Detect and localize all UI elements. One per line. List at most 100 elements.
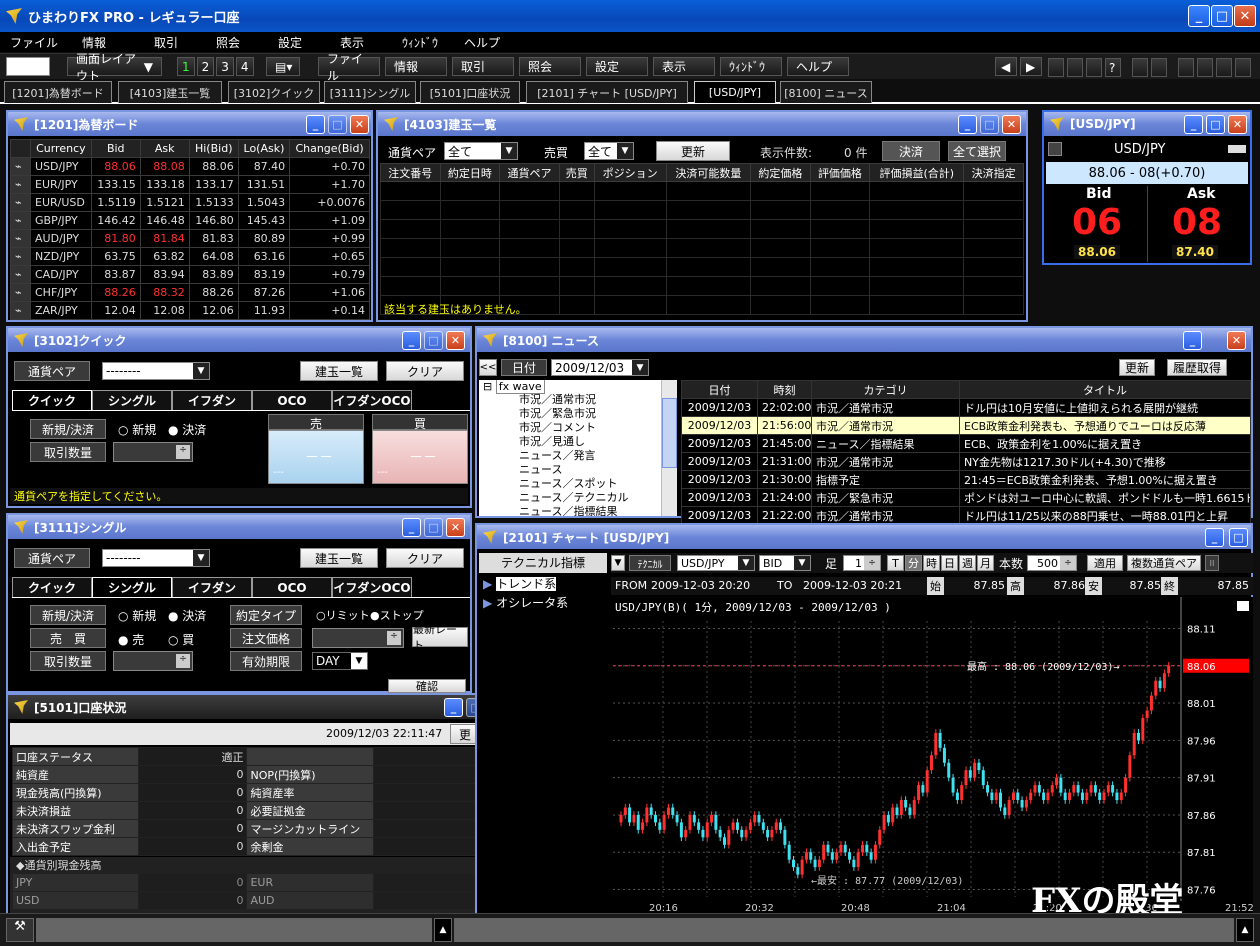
single-pair-select[interactable]: -------- ▼ xyxy=(102,549,210,567)
table-cell[interactable]: 1.5119 xyxy=(90,193,141,212)
tile-icon[interactable] xyxy=(1132,58,1148,77)
period-week-button[interactable]: 週 xyxy=(959,555,976,571)
download-icon[interactable] xyxy=(1216,58,1232,77)
tab-positions[interactable]: [4103]建玉一覧 xyxy=(118,81,222,103)
single-list-button[interactable]: 建玉一覧 xyxy=(300,548,378,568)
table-row[interactable]: ⌁ EUR/JPY 133.15 133.18 133.17 131.51 +1.70 xyxy=(10,175,370,194)
minimize-button[interactable]: _ xyxy=(1188,5,1210,27)
technical-button[interactable]: ﾃｸﾆｶﾙ xyxy=(629,555,671,571)
table-cell[interactable]: 146.42 xyxy=(90,211,141,230)
chart-icon[interactable] xyxy=(1086,58,1102,77)
prev-arrow-icon[interactable]: ◀ xyxy=(995,57,1017,76)
table-cell[interactable]: 83.94 xyxy=(139,265,190,284)
period-hour-button[interactable]: 時 xyxy=(923,555,940,571)
tab-ifdone[interactable]: イフダン xyxy=(172,577,252,597)
tb-window-button[interactable]: ｳｨﾝﾄﾞｳ xyxy=(720,57,782,76)
candlestick-chart[interactable]: USD/JPY(B)( 1分, 2009/12/03 - 2009/12/03 … xyxy=(611,597,1253,915)
tab-ifdone[interactable]: イフダン xyxy=(172,390,252,410)
quick-list-button[interactable]: 建玉一覧 xyxy=(300,361,378,381)
panel-minimize-button[interactable]: _ xyxy=(1183,331,1202,350)
tab-usdjpy[interactable]: [USD/JPY] xyxy=(694,81,776,103)
layout-dropdown[interactable]: 画面レイアウト ▼ xyxy=(67,52,162,83)
panel-close-button[interactable]: ✕ xyxy=(1227,331,1246,350)
tb-help-button[interactable]: ヘルプ xyxy=(787,57,849,76)
tree-root[interactable]: ⊟ fx wave xyxy=(479,380,677,394)
tab-rate-board[interactable]: [1201]為替ボード xyxy=(4,81,112,103)
close-button[interactable]: ✕ xyxy=(1234,5,1256,27)
tab-ifdone-oco[interactable]: イフダンOCO xyxy=(332,577,412,597)
row-chart-icon[interactable]: ⌁ xyxy=(10,211,31,230)
news-row[interactable]: 2009/12/03 21:30:00 指標予定 21:45＝ECB政策金利発表、予想… xyxy=(681,470,1251,489)
tree-item[interactable]: 市況／緊急市況 xyxy=(479,407,677,421)
table-cell[interactable]: 133.18 xyxy=(139,175,190,194)
window-list-icon[interactable]: ▤▾ xyxy=(266,57,300,76)
tree-item[interactable]: ニュース／スポット xyxy=(479,477,677,491)
panel-minimize-button[interactable]: _ xyxy=(1184,115,1203,134)
select-all-button[interactable]: 全て選択 xyxy=(948,141,1006,161)
expiry-select[interactable]: DAY ▼ xyxy=(312,652,368,670)
tab-account[interactable]: [5101]口座状況 xyxy=(420,81,520,103)
table-row[interactable]: ⌁ GBP/JPY 146.42 146.48 146.80 145.43 +1.09 xyxy=(10,211,370,230)
tab-quick[interactable]: [3102]クイック xyxy=(228,81,320,103)
menu-file[interactable]: ファイル xyxy=(10,34,62,51)
panel-minimize-button[interactable]: _ xyxy=(958,115,977,134)
panel-minimize-button[interactable]: _ xyxy=(402,331,421,350)
tree-item[interactable]: ニュース xyxy=(479,463,677,477)
row-chart-icon[interactable]: ⌁ xyxy=(10,247,31,266)
layout-3-button[interactable]: 3 xyxy=(216,57,234,76)
quick-clear-button[interactable]: クリア xyxy=(386,361,464,381)
tb-file-button[interactable]: ファイル xyxy=(318,52,380,83)
toolbar-blank-field[interactable] xyxy=(6,57,50,76)
wrench-icon[interactable]: ⚒ xyxy=(6,918,34,942)
news-row[interactable]: 2009/12/03 22:02:00 市況／通常市況 ドル円は10月安値に上値抑えら… xyxy=(681,398,1251,417)
sell-button[interactable]: －－ --- xyxy=(268,430,364,484)
news-history-button[interactable]: 履歴取得 xyxy=(1167,359,1227,376)
expand-icon[interactable]: ▲ xyxy=(1236,918,1254,942)
calculator-icon[interactable]: ÷ xyxy=(176,654,190,668)
tree-oscillator[interactable]: ▶ オシレータ系 xyxy=(479,594,607,611)
panel-close-button[interactable]: ✕ xyxy=(1002,115,1021,134)
print-icon[interactable] xyxy=(1197,58,1213,77)
ask-big-price[interactable]: 08 xyxy=(1154,202,1240,243)
table-cell[interactable]: 1.5121 xyxy=(139,193,190,212)
tab-ifdone-oco[interactable]: イフダンOCO xyxy=(332,390,412,410)
table-cell[interactable]: 83.87 xyxy=(90,265,141,284)
panel-minimize-button[interactable]: _ xyxy=(402,518,421,537)
panel-close-button[interactable]: ✕ xyxy=(350,115,369,134)
chart-mini-icon[interactable] xyxy=(1048,142,1062,156)
panel-minimize-button[interactable]: _ xyxy=(1205,528,1224,547)
apply-button[interactable]: 適用 xyxy=(1087,555,1123,571)
table-cell[interactable]: 81.84 xyxy=(139,229,190,248)
table-row[interactable]: ⌁ NZD/JPY 63.75 63.82 64.08 63.16 +0.65 xyxy=(10,247,370,266)
list-icon[interactable] xyxy=(1067,58,1083,77)
tree-item[interactable]: ニュース／テクニカル xyxy=(479,491,677,505)
tab-oco[interactable]: OCO xyxy=(252,390,332,410)
table-cell[interactable]: 133.15 xyxy=(90,175,141,194)
table-cell[interactable]: 63.82 xyxy=(139,247,190,266)
chart-menu-icon[interactable]: ⁝⁝ xyxy=(1205,555,1219,571)
menu-settings[interactable]: 設定 xyxy=(278,34,330,51)
quick-qty-input[interactable]: ÷ xyxy=(113,442,193,462)
table-cell[interactable]: 146.48 xyxy=(139,211,190,230)
tb-trade-button[interactable]: 取引 xyxy=(452,57,514,76)
news-date-select[interactable]: 2009/12/03 ▼ xyxy=(551,359,649,376)
opt-limit[interactable]: ○リミット xyxy=(316,607,370,623)
save-layout-icon[interactable] xyxy=(1178,58,1194,77)
tree-scroll-thumb[interactable] xyxy=(662,398,677,468)
tree-item[interactable]: 市況／見通し xyxy=(479,435,677,449)
quick-opt-settle[interactable]: ● 決済 xyxy=(168,421,206,438)
expand-icon[interactable]: ▲ xyxy=(434,918,452,942)
menu-help[interactable]: ヘルプ xyxy=(464,34,516,51)
panel-maximize-button[interactable]: □ xyxy=(424,331,443,350)
side-select[interactable]: 全て ▼ xyxy=(584,142,634,160)
period-month-button[interactable]: 月 xyxy=(977,555,994,571)
news-refresh-button[interactable]: 更新 xyxy=(1119,359,1155,376)
table-cell[interactable]: 81.80 xyxy=(90,229,141,248)
tab-quick-order[interactable]: クイック xyxy=(12,390,92,410)
count-input[interactable]: 500 ÷ xyxy=(1027,555,1077,571)
single-opt-buy[interactable]: ○ 買 xyxy=(168,631,194,648)
table-row[interactable]: ⌁ AUD/JPY 81.80 81.84 81.83 80.89 +0.99 xyxy=(10,229,370,248)
tree-scrollbar[interactable] xyxy=(661,380,677,516)
table-row[interactable]: ⌁ CHF/JPY 88.26 88.32 88.26 87.26 +1.06 xyxy=(10,283,370,302)
panel-close-button[interactable]: ✕ xyxy=(446,331,465,350)
